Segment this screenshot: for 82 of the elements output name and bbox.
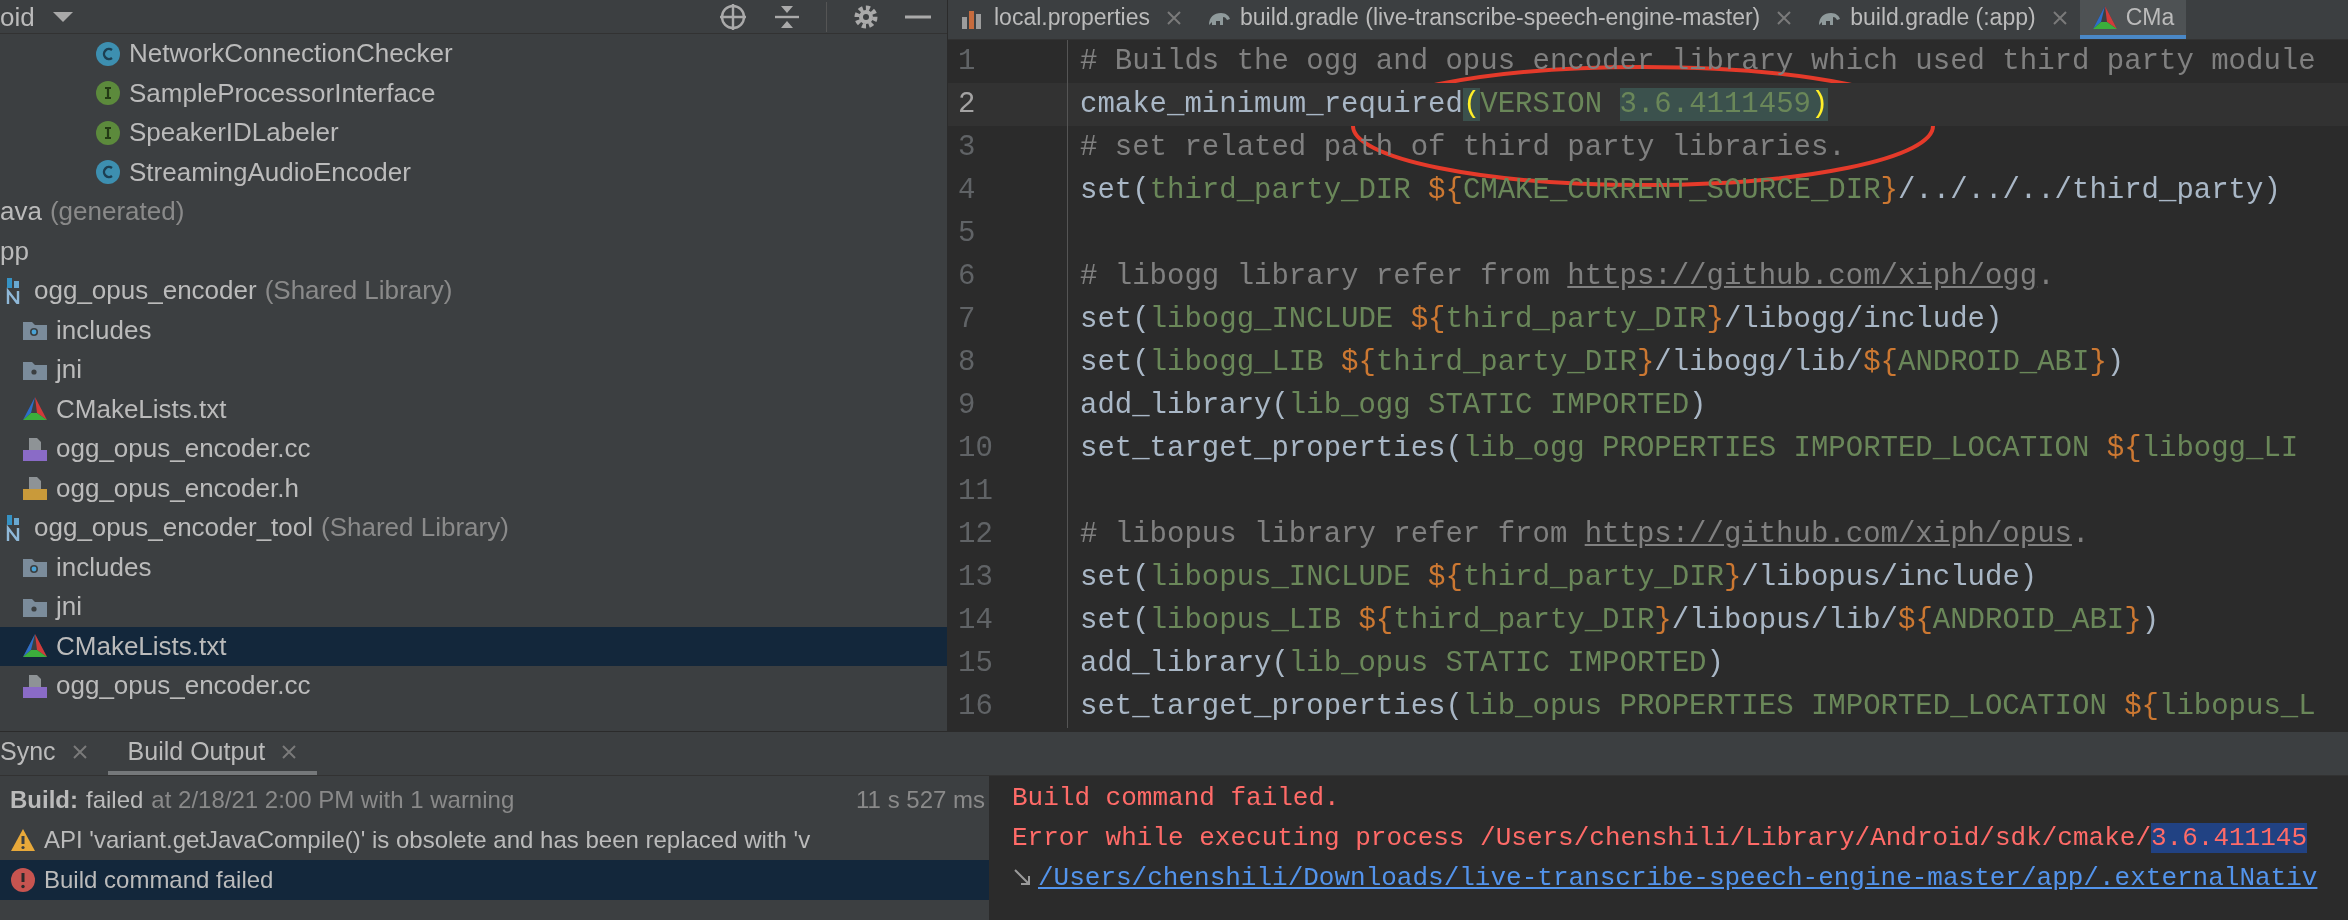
- triangle-icon: [22, 396, 48, 423]
- triangle-icon: [22, 633, 48, 660]
- tree-item-label: jni: [56, 590, 82, 624]
- editor-tab[interactable]: build.gradle (live-transcribe-speech-engine-master): [1193, 0, 1805, 39]
- interface-icon: [95, 119, 121, 146]
- code-line: set(libogg_INCLUDE ${third_party_DIR}/libogg/include): [1079, 301, 2003, 338]
- triangle-icon: [2091, 4, 2118, 31]
- build-detail: at 2/18/21 2:00 PM with 1 warning: [151, 785, 515, 815]
- line-number: 16: [948, 684, 1068, 729]
- build-message[interactable]: Build command failed: [44, 862, 274, 898]
- editor-tab[interactable]: CMa: [2079, 0, 2187, 39]
- header-file-icon: [22, 475, 48, 502]
- line-number: 3: [948, 125, 1068, 170]
- tree-item-label: ogg_opus_encoder.cc: [56, 669, 311, 703]
- code-line: # libogg library refer from https://github.com/xiph/ogg.: [1079, 258, 2055, 295]
- code-line: set(third_party_DIR ${CMAKE_CURRENT_SOURCE_DIR}/../../../third_party): [1079, 172, 2281, 209]
- minimize-icon: [905, 14, 931, 19]
- panel-title: oid: [0, 0, 35, 34]
- line-number: 14: [948, 598, 1068, 643]
- tree-item-label: CMakeLists.txt: [56, 629, 227, 663]
- tree-item-label: jni: [56, 353, 82, 387]
- console-line: Build command failed.: [1012, 781, 1340, 815]
- line-number: 11: [948, 469, 1068, 514]
- tree-item-label: CMakeLists.txt: [56, 392, 227, 426]
- close-icon: [71, 743, 88, 760]
- source-file-icon: [22, 672, 48, 699]
- line-number: 6: [948, 254, 1068, 299]
- tree-item-label: StreamingAudioEncoder: [129, 155, 411, 189]
- code-line: set_target_properties(lib_ogg PROPERTIES IMPORTED_LOCATION ${libogg_LI: [1079, 430, 2299, 467]
- build-duration: 11 s 527 ms: [856, 785, 985, 815]
- interface-icon: [95, 80, 121, 107]
- code-line: add_library(lib_opus STATIC IMPORTED): [1079, 645, 1724, 682]
- tree-item-label: ogg_opus_encoder: [34, 274, 257, 308]
- tree-item-label: includes: [56, 550, 152, 584]
- console-link[interactable]: /Users/chenshili/Downloads/live-transcribe-speech-engine-master/app/.externalNativ: [1038, 858, 2318, 898]
- code-line: add_library(lib_ogg STATIC IMPORTED): [1079, 387, 1707, 424]
- tool-tab[interactable]: Sync: [0, 732, 108, 775]
- editor-tab[interactable]: local.properties: [948, 0, 1194, 39]
- tree-item-label: ogg_opus_encoder.h: [56, 471, 299, 505]
- build-status: failed: [86, 785, 144, 815]
- tree-item-label: SpeakerIDLabeler: [129, 116, 339, 150]
- code-link[interactable]: https://github.com/xiph/ogg: [1567, 259, 2038, 293]
- line-number: 7: [948, 297, 1068, 342]
- warning-icon: [10, 828, 36, 852]
- line-number: 10: [948, 426, 1068, 471]
- selected-row[interactable]: Build command failed: [0, 860, 989, 900]
- build-message[interactable]: API 'variant.getJavaCompile()' is obsolete and has been replaced with 'v: [44, 822, 811, 858]
- tree-item-label: ogg_opus_encoder_tool: [34, 511, 314, 545]
- code-line: set(libopus_LIB ${third_party_DIR}/libopus/lib/${ANDROID_ABI}): [1079, 602, 2160, 639]
- line-number: 2: [948, 82, 1068, 127]
- code-line: # libopus library refer from https://github.com/xiph/opus.: [1079, 516, 2090, 553]
- console-line: Error while executing process /Users/chenshili/Library/Android/sdk/cmake/3.6.411145: [1012, 821, 2308, 855]
- source-file-icon: [22, 435, 48, 462]
- tree-item-label: includes: [56, 313, 152, 347]
- build-label: Build:: [10, 785, 78, 815]
- close-icon: [281, 743, 298, 760]
- tree-item-label: SampleProcessorInterface: [129, 76, 436, 110]
- editor-tab[interactable]: build.gradle (:app): [1804, 0, 2080, 39]
- error-icon: [10, 867, 36, 893]
- code-line: set(libopus_INCLUDE ${third_party_DIR}/libopus/include): [1079, 559, 2038, 596]
- tree-item-note: (generated): [49, 195, 185, 229]
- selected-row[interactable]: CMakeLists.txt: [0, 626, 947, 666]
- class-icon: [95, 159, 121, 186]
- tree-item-label: ava: [0, 195, 42, 229]
- tool-tab[interactable]: Build Output: [107, 732, 318, 775]
- line-number: 13: [948, 555, 1068, 600]
- line-number: 9: [948, 383, 1068, 428]
- tree-item-label: pp: [0, 234, 29, 268]
- class-icon: [95, 40, 121, 67]
- code-link[interactable]: https://github.com/xiph/opus: [1584, 517, 2072, 551]
- crosshair-icon: [718, 1, 748, 32]
- tree-item-note: (Shared Library): [264, 274, 453, 308]
- code-line: set_target_properties(lib_opus PROPERTIES IMPORTED_LOCATION ${libopus_L: [1079, 688, 2316, 725]
- line-number: 8: [948, 340, 1068, 385]
- code-line: set(libogg_LIB ${third_party_DIR}/libogg/lib/${ANDROID_ABI}): [1079, 344, 2125, 381]
- tree-item-label: ogg_opus_encoder.cc: [56, 432, 311, 466]
- tree-item-label: NetworkConnectionChecker: [129, 37, 453, 71]
- line-number: 15: [948, 641, 1068, 686]
- line-number: 5: [948, 211, 1068, 256]
- line-number: 4: [948, 168, 1068, 213]
- line-number: 12: [948, 512, 1068, 557]
- tree-item-note: (Shared Library): [321, 511, 509, 545]
